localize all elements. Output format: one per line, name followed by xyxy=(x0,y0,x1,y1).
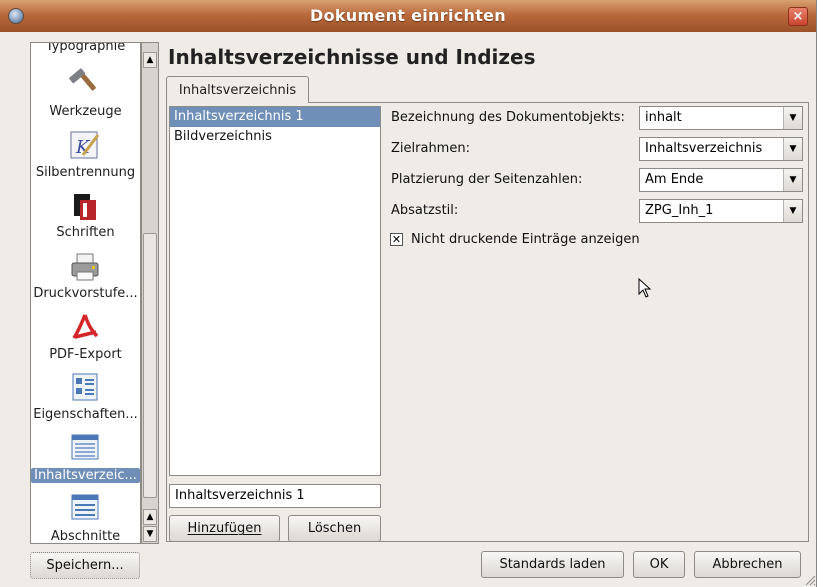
page-title: Inhaltsverzeichnisse und Indizes xyxy=(168,45,536,69)
sidebar-item-label: Schriften xyxy=(56,225,115,240)
paragraph-style-value: ZPG_Inh_1 xyxy=(645,203,714,218)
sidebar-item-label: Eigenschaften... xyxy=(33,407,138,422)
add-button[interactable]: Hinzufügen xyxy=(169,515,280,542)
document-setup-window: Dokument einrichten × Typographie Werkze… xyxy=(0,0,817,587)
sidebar-item-label: Druckvorstufe... xyxy=(33,286,138,301)
sidebar-item-pdf-export[interactable]: PDF-Export xyxy=(31,347,140,362)
page-number-placement-label: Platzierung der Seitenzahlen: xyxy=(391,172,583,187)
chevron-down-icon: ▼ xyxy=(783,138,802,160)
scroll-up-icon[interactable]: ▲ xyxy=(143,509,157,525)
sections-icon xyxy=(71,494,99,520)
cancel-button[interactable]: Abbrechen xyxy=(694,551,801,578)
toc-list[interactable]: Inhaltsverzeichnis 1 Bildverzeichnis xyxy=(169,106,381,476)
object-name-label: Bezeichnung des Dokumentobjekts: xyxy=(391,110,625,125)
hammer-tools-icon xyxy=(69,68,96,91)
table-of-contents-icon xyxy=(71,434,99,460)
target-frame-label: Zielrahmen: xyxy=(391,141,470,156)
sidebar-item-druckvorstufe[interactable]: Druckvorstufe... xyxy=(31,286,140,301)
scrollbar-thumb[interactable] xyxy=(143,233,157,498)
font-icon xyxy=(74,194,96,220)
document-properties-icon xyxy=(72,373,98,401)
save-button-label: Speichern... xyxy=(46,558,124,573)
window-title: Dokument einrichten xyxy=(309,6,506,25)
paragraph-style-label: Absatzstil: xyxy=(391,203,459,218)
sidebar-item-eigenschaften[interactable]: Eigenschaften... xyxy=(31,407,140,422)
tab-inhaltsverzeichnis[interactable]: Inhaltsverzeichnis xyxy=(166,76,309,103)
object-name-value: inhalt xyxy=(645,110,682,125)
settings-category-list[interactable]: Typographie Werkzeuge K Silbentrennung S… xyxy=(30,42,141,544)
sidebar-item-label: PDF-Export xyxy=(49,347,122,362)
sidebar-item-label: Inhaltsverzeic... xyxy=(31,468,140,483)
sidebar-item-label: Abschnitte xyxy=(50,529,121,544)
close-button[interactable]: × xyxy=(788,7,808,26)
cancel-button-label: Abbrechen xyxy=(712,557,783,572)
sidebar-item-inhaltsverzeichnisse[interactable]: Inhaltsverzeic... xyxy=(31,468,140,483)
show-nonprinting-label: Nicht druckende Einträge anzeigen xyxy=(411,232,640,247)
show-nonprinting-checkbox[interactable]: ✕ xyxy=(390,233,403,246)
delete-button[interactable]: Löschen xyxy=(288,515,381,542)
delete-button-label: Löschen xyxy=(307,521,362,536)
object-name-select[interactable]: inhalt ▼ xyxy=(639,106,803,130)
chevron-down-icon: ▼ xyxy=(783,200,802,222)
page-number-placement-select[interactable]: Am Ende ▼ xyxy=(639,168,803,192)
sidebar-item-werkzeuge[interactable]: Werkzeuge xyxy=(31,104,140,119)
target-frame-value: Inhaltsverzeichnis xyxy=(645,141,763,156)
chevron-down-icon: ▼ xyxy=(783,169,802,191)
sidebar-item-label: Typographie xyxy=(45,42,126,54)
sidebar-item-label: Silbentrennung xyxy=(35,165,136,180)
sidebar-item-typographie[interactable]: Typographie xyxy=(31,42,140,54)
sidebar-item-silbentrennung[interactable]: Silbentrennung xyxy=(31,165,140,180)
chevron-down-icon: ▼ xyxy=(783,107,802,129)
ok-button[interactable]: OK xyxy=(633,551,685,578)
sidebar-item-schriften[interactable]: Schriften xyxy=(31,225,140,240)
resize-grip-icon[interactable] xyxy=(804,574,816,586)
load-defaults-button-label: Standards laden xyxy=(499,557,606,572)
scroll-up-icon[interactable]: ▲ xyxy=(143,52,157,68)
mouse-pointer-icon xyxy=(638,278,652,298)
load-defaults-button[interactable]: Standards laden xyxy=(481,551,624,578)
title-bar[interactable]: Dokument einrichten × xyxy=(0,0,816,32)
ok-button-label: OK xyxy=(649,557,669,572)
sidebar-item-label: Werkzeuge xyxy=(49,104,122,119)
sidebar-scrollbar[interactable]: ▲ ▲ ▼ xyxy=(141,42,159,544)
sidebar-item-abschnitte[interactable]: Abschnitte xyxy=(31,529,140,544)
paragraph-style-select[interactable]: ZPG_Inh_1 ▼ xyxy=(639,199,803,223)
list-item[interactable]: Inhaltsverzeichnis 1 xyxy=(170,107,380,127)
printer-icon xyxy=(71,253,99,281)
pdf-icon xyxy=(72,314,99,339)
target-frame-select[interactable]: Inhaltsverzeichnis ▼ xyxy=(639,137,803,161)
add-button-label: Hinzufügen xyxy=(187,521,262,536)
toc-name-input[interactable]: Inhaltsverzeichnis 1 xyxy=(169,484,381,508)
save-button[interactable]: Speichern... xyxy=(30,552,140,579)
list-item[interactable]: Bildverzeichnis xyxy=(170,127,380,147)
scroll-down-icon[interactable]: ▼ xyxy=(143,526,157,542)
page-number-placement-value: Am Ende xyxy=(645,172,704,187)
hyphenation-icon: K xyxy=(70,131,100,159)
